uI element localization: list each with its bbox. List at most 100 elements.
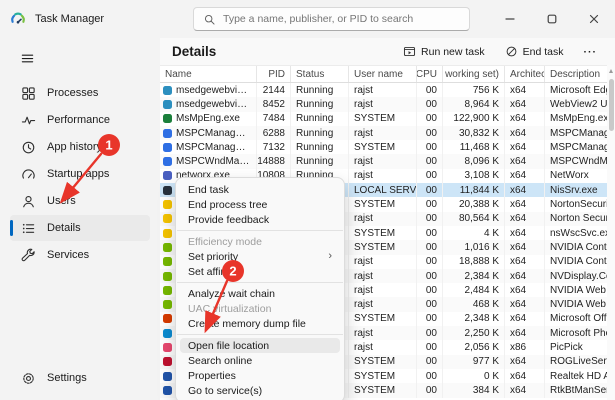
sidebar-item-app-history[interactable]: App history — [10, 134, 150, 160]
table-row[interactable]: msedgewebview2.exe8452Runningrajst008,96… — [160, 97, 607, 111]
sidebar-item-performance[interactable]: Performance — [10, 107, 150, 133]
picpick-icon — [163, 343, 172, 352]
process-memory: 384 K — [442, 383, 504, 397]
menu-item-set-affinity[interactable]: Set affinity — [180, 264, 340, 279]
process-memory: 2,250 K — [442, 326, 504, 340]
process-architecture: x64 — [504, 269, 544, 283]
menu-item-provide-feedback[interactable]: Provide feedback — [180, 212, 340, 227]
column-header-arch[interactable]: Architecture — [504, 66, 544, 82]
process-status: Running — [290, 126, 348, 140]
sidebar-item-label: Services — [47, 249, 89, 261]
search-box[interactable] — [193, 7, 470, 31]
process-architecture: x64 — [504, 383, 544, 397]
menu-item-properties[interactable]: Properties — [180, 368, 340, 383]
process-user: rajst — [348, 212, 416, 226]
menu-item-label: Properties — [188, 370, 236, 382]
process-description: NVIDIA Web Helper Service — [544, 283, 607, 297]
services-icon — [21, 248, 36, 263]
process-pid: 7132 — [256, 140, 290, 154]
realtek-icon — [163, 372, 172, 381]
process-description: MSPCWndManager.exe — [544, 154, 607, 168]
menu-item-analyze-wait-chain[interactable]: Analyze wait chain — [180, 286, 340, 301]
process-architecture: x64 — [504, 140, 544, 154]
process-status: Running — [290, 83, 348, 97]
process-status: Running — [290, 154, 348, 168]
scrollbar-thumb[interactable] — [609, 79, 614, 131]
column-header-status[interactable]: Status — [290, 66, 348, 82]
context-menu: End taskEnd process treeProvide feedback… — [175, 177, 345, 400]
sidebar-item-processes[interactable]: Processes — [10, 80, 150, 106]
minimize-button[interactable] — [489, 0, 531, 38]
table-row[interactable]: MsMpEng.exe7484RunningSYSTEM00122,900 Kx… — [160, 112, 607, 126]
process-memory: 1,016 K — [442, 240, 504, 254]
table-row[interactable]: MSPCWndManager.exe14888Runningrajst008,0… — [160, 154, 607, 168]
close-button[interactable] — [573, 0, 615, 38]
menu-item-search-online[interactable]: Search online — [180, 353, 340, 368]
maximize-button[interactable] — [531, 0, 573, 38]
column-header-mem[interactable]: Memory (active private working set) — [442, 66, 504, 82]
process-cpu: 00 — [416, 255, 442, 269]
menu-item-end-process-tree[interactable]: End process tree — [180, 197, 340, 212]
table-row[interactable]: MSPCManagerService.exe7132RunningSYSTEM0… — [160, 140, 607, 154]
search-input[interactable] — [223, 13, 460, 25]
settings-icon — [21, 371, 36, 386]
process-user: SYSTEM — [348, 369, 416, 383]
process-description: RtkBtManServ.exe — [544, 383, 607, 397]
header-actions: Run new task End task ··· — [397, 42, 603, 61]
menu-toggle-button[interactable] — [10, 44, 44, 72]
process-description: PicPick — [544, 340, 607, 354]
sidebar-item-services[interactable]: Services — [10, 242, 150, 268]
table-row[interactable]: msedgewebview2.exe2144Runningrajst00756 … — [160, 83, 607, 97]
table-row[interactable]: MSPCManager.exe6288Runningrajst0030,832 … — [160, 126, 607, 140]
process-user: rajst — [348, 283, 416, 297]
process-memory: 2,348 K — [442, 312, 504, 326]
menu-item-create-memory-dump-file[interactable]: Create memory dump file — [180, 316, 340, 331]
menu-item-set-priority[interactable]: Set priority› — [180, 249, 340, 264]
scroll-up-arrow-icon[interactable] — [609, 69, 613, 73]
phone-link-icon — [163, 329, 172, 338]
process-description: NVIDIA Container — [544, 240, 607, 254]
column-header-user[interactable]: User name — [348, 66, 416, 82]
sidebar-item-users[interactable]: Users — [10, 188, 150, 214]
process-cpu: 00 — [416, 240, 442, 254]
process-architecture: x64 — [504, 226, 544, 240]
sidebar-item-settings[interactable]: Settings — [10, 365, 150, 391]
process-memory: 8,964 K — [442, 97, 504, 111]
process-user: rajst — [348, 269, 416, 283]
menu-item-end-task[interactable]: End task — [180, 182, 340, 197]
process-memory: 977 K — [442, 355, 504, 369]
titlebar: Task Manager — [0, 0, 615, 38]
process-memory: 2,484 K — [442, 283, 504, 297]
networx-icon — [163, 171, 172, 180]
process-cpu: 00 — [416, 197, 442, 211]
more-options-button[interactable]: ··· — [578, 43, 604, 61]
sidebar-item-details[interactable]: Details — [10, 215, 150, 241]
end-task-button[interactable]: End task — [499, 42, 570, 61]
process-user: rajst — [348, 154, 416, 168]
nvidia-icon — [163, 300, 172, 309]
menu-item-open-file-location[interactable]: Open file location — [180, 338, 340, 353]
sidebar: ProcessesPerformanceApp historyStartup a… — [0, 38, 160, 400]
rog-icon — [163, 357, 172, 366]
column-header-pid[interactable]: PID — [256, 66, 290, 82]
process-description: NisSrv.exe — [544, 183, 607, 197]
run-new-task-button[interactable]: Run new task — [397, 42, 491, 61]
process-memory: 2,056 K — [442, 340, 504, 354]
vertical-scrollbar[interactable] — [607, 65, 615, 400]
column-header-desc[interactable]: Description — [544, 66, 607, 82]
process-cpu: 00 — [416, 169, 442, 183]
menu-item-go-to-service-s[interactable]: Go to service(s) — [180, 383, 340, 398]
process-description: NVIDIA Container — [544, 255, 607, 269]
sidebar-item-startup-apps[interactable]: Startup apps — [10, 161, 150, 187]
process-user: SYSTEM — [348, 140, 416, 154]
process-cpu: 00 — [416, 154, 442, 168]
menu-separator — [177, 230, 343, 231]
column-header-name[interactable]: Name — [160, 66, 256, 82]
column-header-cpu[interactable]: CPU — [416, 66, 442, 82]
process-user: SYSTEM — [348, 197, 416, 211]
process-architecture: x64 — [504, 312, 544, 326]
process-architecture: x64 — [504, 212, 544, 226]
process-description: Realtek HD Audio Universal Service — [544, 369, 607, 383]
process-pid: 7484 — [256, 112, 290, 126]
process-status: Running — [290, 97, 348, 111]
